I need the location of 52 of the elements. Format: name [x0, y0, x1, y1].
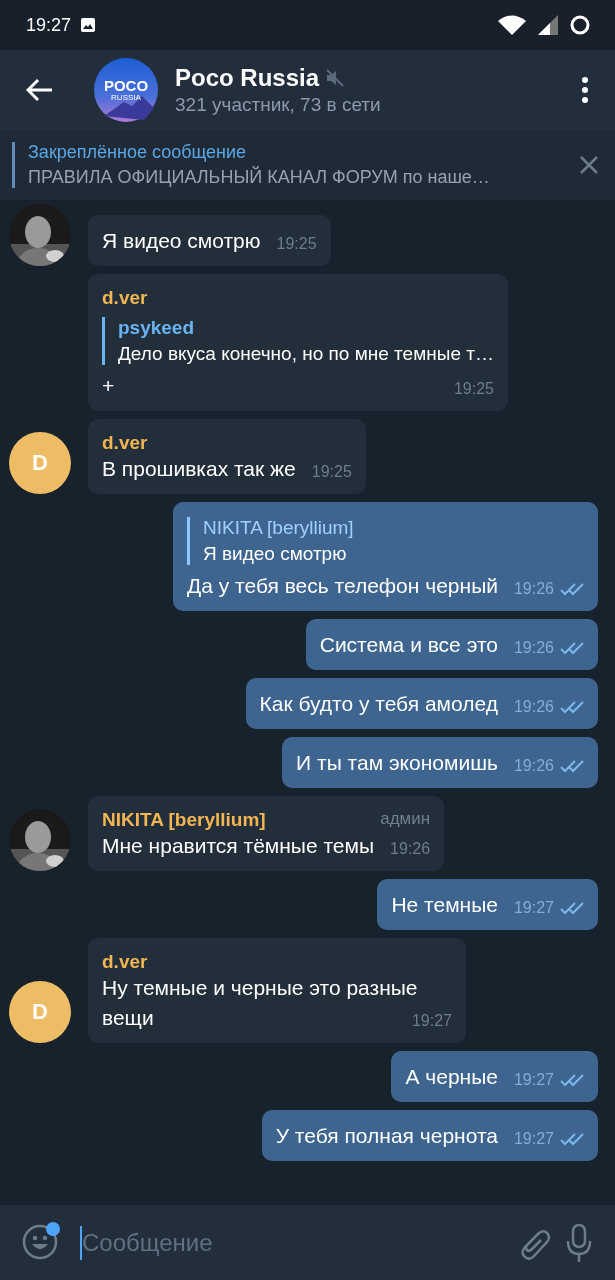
- reply-quote[interactable]: NIKITA [beryllium] Я видео смотрю: [187, 517, 584, 565]
- reply-quote[interactable]: psykeed Дело вкуса конечно, но по мне темные т…: [102, 317, 494, 365]
- sender-name[interactable]: NIKITA [beryllium]: [102, 809, 266, 831]
- message-text: Система и все это: [319, 633, 498, 656]
- reply-author: psykeed: [118, 317, 196, 339]
- message-text: Не темные: [391, 893, 498, 916]
- battery-icon: [569, 14, 591, 36]
- status-time: 19:27: [26, 14, 72, 36]
- reply-text: Я видео смотрю: [203, 543, 348, 565]
- menu-icon[interactable]: [581, 77, 589, 103]
- sender-name[interactable]: d.ver: [102, 432, 148, 454]
- emoji-icon[interactable]: [22, 1221, 60, 1260]
- message-text: Я видео смотрю: [102, 229, 261, 252]
- reply-author: NIKITA [beryllium]: [203, 517, 355, 539]
- message-text: Как будто у тебя амолед: [259, 692, 498, 715]
- signal-icon: [537, 14, 559, 36]
- pinned-title: Закреплённое сообщение: [28, 142, 248, 163]
- sender-name[interactable]: d.ver: [102, 287, 148, 309]
- message-time: 19:26: [513, 579, 554, 599]
- message-time: 19:25: [311, 462, 352, 482]
- message-time: 19:27: [513, 1070, 554, 1090]
- message-time: 19:25: [276, 234, 317, 254]
- chat-title: Poco Russia: [175, 64, 320, 92]
- message-time: 19:26: [513, 756, 554, 776]
- sender-name[interactable]: d.ver: [102, 951, 148, 973]
- pinned-text: ПРАВИЛА ОФИЦИАЛЬНЫЙ КАНАЛ ФОРУМ по наше…: [28, 167, 491, 188]
- reply-text: Дело вкуса конечно, но по мне темные т…: [118, 343, 494, 365]
- message-text: В прошивках так же: [102, 457, 296, 480]
- message-time: 19:27: [411, 1011, 452, 1031]
- message-time: 19:26: [513, 697, 554, 717]
- image-icon: [81, 18, 96, 32]
- message-time: 19:26: [513, 638, 554, 658]
- pinned-message-bar[interactable]: Закреплённое сообщение ПРАВИЛА ОФИЦИАЛЬНЫЙ КАНАЛ ФОРУМ по наше…: [0, 130, 615, 200]
- message-text: И ты там экономишь: [296, 751, 498, 774]
- message-composer[interactable]: Сообщение: [0, 1205, 615, 1280]
- group-avatar[interactable]: POCO RUSSIA: [94, 58, 158, 122]
- message-text: +: [102, 374, 115, 397]
- message-time: 19:25: [453, 379, 494, 399]
- message-input[interactable]: Сообщение: [80, 1225, 503, 1260]
- message-time: 19:26: [390, 839, 431, 859]
- message-time: 19:27: [513, 1129, 554, 1149]
- admin-label: админ: [380, 809, 431, 830]
- back-icon[interactable]: [26, 78, 54, 102]
- message-text: Да у тебя весь телефон черный: [187, 574, 498, 597]
- message-time: 19:27: [513, 898, 554, 918]
- wifi-icon: [497, 14, 527, 36]
- member-count: 321 участник, 73 в сети: [175, 94, 382, 116]
- close-icon[interactable]: [579, 155, 599, 175]
- message-text: Мне нравится тёмные темы: [102, 834, 375, 857]
- message-text: А черные: [405, 1065, 498, 1088]
- microphone-icon[interactable]: [565, 1222, 593, 1263]
- message-text: У тебя полная чернота: [275, 1124, 498, 1147]
